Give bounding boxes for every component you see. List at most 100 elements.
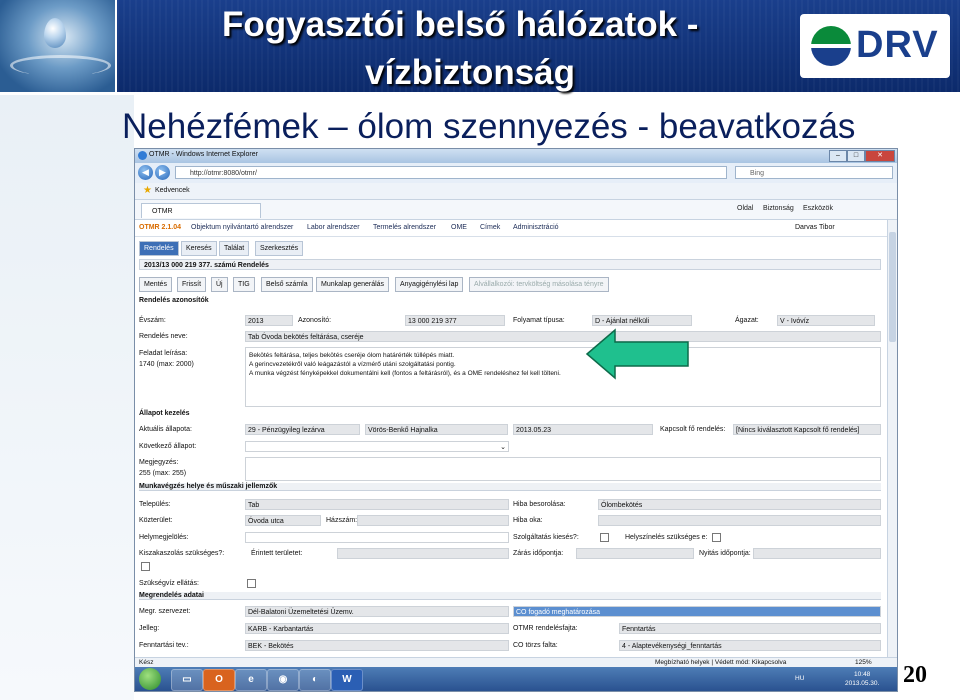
menu-cimek[interactable]: Címek xyxy=(480,224,500,231)
material-button[interactable]: Anyagigénylési lap xyxy=(395,277,464,292)
field-co-torzs[interactable]: 4 - Alaptevékenységi_fenntartás xyxy=(619,640,881,651)
browser-tab[interactable]: OTMR xyxy=(141,203,261,218)
field-datum[interactable]: 2013.05.23 xyxy=(513,424,653,435)
clock[interactable]: 10:48 2013.05.30. xyxy=(845,670,879,688)
maximize-button[interactable]: □ xyxy=(847,150,865,162)
slide-title: Fogyasztói belső hálózatok - xyxy=(222,5,699,44)
field-evszam[interactable]: 2013 xyxy=(245,315,293,326)
outlook-icon[interactable]: O xyxy=(203,669,235,691)
field-hiba-besorolas[interactable]: Ólombekötés xyxy=(598,499,881,510)
language-indicator[interactable]: HU xyxy=(795,675,804,682)
field-rendeles-neve[interactable]: Tab Óvoda bekötés feltárása, cseréje xyxy=(245,331,881,342)
refresh-button[interactable]: Frissít xyxy=(177,277,207,292)
ie-icon xyxy=(138,151,147,160)
field-hiba-oka[interactable] xyxy=(598,515,881,526)
address-field[interactable]: http://otmr:8080/otmr/ xyxy=(175,166,727,179)
section-ids: Rendelés azonosítók xyxy=(139,297,209,304)
left-arrow-icon xyxy=(585,328,689,380)
app-content: Rendelés Keresés Találat Szerkesztés 201… xyxy=(135,237,887,657)
save-button[interactable]: Mentés xyxy=(139,277,172,292)
label-kovetkezo: Következő állapot: xyxy=(139,443,197,450)
close-button[interactable]: ✕ xyxy=(865,150,895,162)
media-icon[interactable]: ◉ xyxy=(267,669,299,691)
field-erintett[interactable] xyxy=(337,548,509,559)
word-icon[interactable]: W xyxy=(331,669,363,691)
checkbox-szolgaltatas[interactable] xyxy=(600,533,609,542)
field-hazszam[interactable] xyxy=(357,515,509,526)
minimize-button[interactable]: – xyxy=(829,150,847,162)
feladat-line-2: A gerincvezetékről való leágazástól a ví… xyxy=(249,361,456,368)
field-zaras[interactable] xyxy=(576,548,694,559)
field-otmr-fajta[interactable]: Fenntartás xyxy=(619,623,881,634)
field-azonosito[interactable]: 13 000 219 377 xyxy=(405,315,505,326)
tig-button[interactable]: TIG xyxy=(233,277,255,292)
back-icon[interactable]: ◀ xyxy=(138,165,153,180)
label-hazszam: Házszám: xyxy=(326,517,358,524)
label-nyitas: Nyitás időpontja: xyxy=(699,550,751,557)
field-folyamat[interactable]: D - Ajánlat nélküli xyxy=(592,315,692,326)
address-bar-row: ◀ ▶ http://otmr:8080/otmr/ Bing xyxy=(135,163,897,183)
field-fenntartasi[interactable]: BEK - Bekötés xyxy=(245,640,509,651)
field-megr-szervezet[interactable]: Dél-Balatoni Üzemeltetési Üzemv. xyxy=(245,606,509,617)
label-hiba-oka: Hiba oka: xyxy=(513,517,543,524)
section-megrendeles: Megrendelés adatai xyxy=(139,592,881,600)
field-helymegjeloles[interactable] xyxy=(245,532,509,543)
megjegyzes-counter: 255 (max: 255) xyxy=(139,470,187,477)
ie-taskbar-icon[interactable]: e xyxy=(235,669,267,691)
field-kapcsolt[interactable]: [Nincs kiválasztott Kapcsolt fő rendelés… xyxy=(733,424,881,435)
new-button[interactable]: Új xyxy=(211,277,228,292)
page-menu[interactable]: Oldal xyxy=(737,205,753,212)
field-jelleg[interactable]: KARB - Karbantartás xyxy=(245,623,509,634)
checkbox-kiszakaszolas[interactable] xyxy=(141,562,150,571)
start-button[interactable] xyxy=(139,668,161,690)
select-kovetkezo[interactable]: ⌄ xyxy=(245,441,509,452)
tab-rendeles[interactable]: Rendelés xyxy=(139,241,179,256)
invoice-button[interactable]: Belső számla xyxy=(261,277,313,292)
star-icon[interactable]: ★ xyxy=(143,185,152,196)
field-aktualis[interactable]: 29 - Pénzügyileg lezárva xyxy=(245,424,360,435)
label-szuksegviz: Szükségvíz ellátás: xyxy=(139,580,199,587)
checkbox-szuksegviz[interactable] xyxy=(247,579,256,588)
checkbox-helyszineles[interactable] xyxy=(712,533,721,542)
field-telepules[interactable]: Tab xyxy=(245,499,509,510)
label-azonosito: Azonosító: xyxy=(298,317,332,324)
clock-time: 10:48 xyxy=(854,671,871,678)
field-nyitas[interactable] xyxy=(753,548,881,559)
tools-menu[interactable]: Eszközök xyxy=(803,205,833,212)
tab-kereses[interactable]: Keresés xyxy=(181,241,217,256)
menu-objektum[interactable]: Objektum nyilvántartó alrendszer xyxy=(191,224,293,231)
favorites-button[interactable]: Kedvencek xyxy=(155,187,190,194)
app-taskbar-icon[interactable]: ◐ xyxy=(299,669,331,691)
page-number: 20 xyxy=(903,662,927,688)
menu-termeles[interactable]: Termelés alrendszer xyxy=(373,224,436,231)
menu-ome[interactable]: OME xyxy=(451,224,467,231)
menu-admin[interactable]: Adminisztráció xyxy=(513,224,559,231)
search-input[interactable]: Bing xyxy=(735,166,893,179)
tab-talalat[interactable]: Találat xyxy=(219,241,250,256)
co-fogado-header: CO fogadó meghatározása xyxy=(513,606,881,617)
field-feladat[interactable]: Bekötés feltárása, teljes bekötés cseréj… xyxy=(245,347,881,407)
chevron-down-icon: ⌄ xyxy=(500,444,506,451)
scrollbar-thumb[interactable] xyxy=(889,232,896,342)
field-szemely[interactable]: Vörös-Benkő Hajnalka xyxy=(365,424,508,435)
label-feladat: Feladat leírása: xyxy=(139,350,188,357)
field-megjegyzes[interactable] xyxy=(245,457,881,481)
label-rendeles-neve: Rendelés neve: xyxy=(139,333,188,340)
browser-screenshot: OTMR - Windows Internet Explorer – □ ✕ ◀… xyxy=(134,148,898,692)
field-kozterulet[interactable]: Óvoda utca xyxy=(245,515,321,526)
globe-icon xyxy=(811,26,851,66)
explorer-icon[interactable]: ▭ xyxy=(171,669,203,691)
tab-szerkesztes[interactable]: Szerkesztés xyxy=(255,241,304,256)
user-name[interactable]: Darvas Tibor xyxy=(795,224,835,231)
subcontractor-button[interactable]: Alvállalkozói: tervköltség másolása tény… xyxy=(469,277,609,292)
field-agazat[interactable]: V - Ivóvíz xyxy=(777,315,875,326)
label-folyamat: Folyamat típusa: xyxy=(513,317,565,324)
scrollbar[interactable] xyxy=(887,220,897,657)
label-zaras: Zárás időpontja: xyxy=(513,550,564,557)
forward-icon[interactable]: ▶ xyxy=(155,165,170,180)
breadcrumb: 2013/13 000 219 377. számú Rendelés xyxy=(139,259,881,270)
app-version: OTMR 2.1.04 xyxy=(139,224,182,231)
worksheet-button[interactable]: Munkalap generálás xyxy=(316,277,390,292)
menu-labor[interactable]: Labor alrendszer xyxy=(307,224,360,231)
safety-menu[interactable]: Biztonság xyxy=(763,205,794,212)
